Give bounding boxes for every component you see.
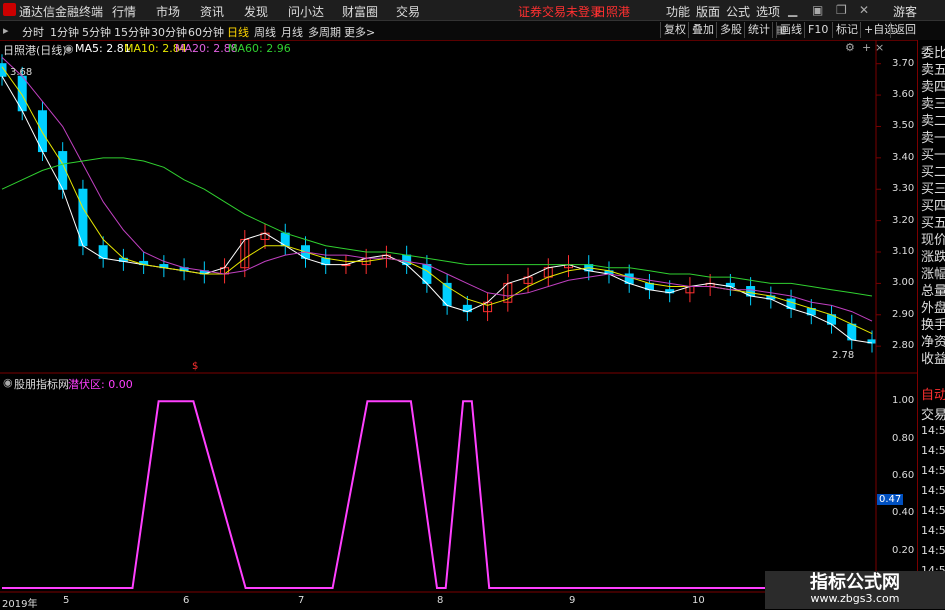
indicator-line: [2, 400, 872, 589]
minimize-icon[interactable]: ▁: [788, 3, 797, 17]
tick-time: 14:56: [921, 504, 945, 517]
menu-item-options[interactable]: 选项: [756, 3, 780, 20]
x-label-7: 7: [298, 595, 305, 606]
candle-body: [0, 63, 7, 77]
quote-panel: 委比 卖五 卖四 卖三 卖二 卖一 买一 买二 买三 买四 买五 现价 涨跌 涨幅 总量 外盘 换手 净资 收益 自动…: [917, 40, 945, 609]
period-15min[interactable]: 15分钟: [114, 24, 150, 40]
watermark: 指标公式网 www.zbgs3.com: [765, 571, 945, 609]
event-marker[interactable]: $: [192, 361, 198, 372]
price-tick: 3.00: [892, 277, 915, 289]
ma-line-ma10: [1, 66, 873, 335]
period-60min[interactable]: 60分钟: [188, 24, 224, 40]
sub-tick: 0.60: [892, 470, 915, 481]
tile-icon[interactable]: ▣: [812, 3, 823, 17]
x-label-8: 8: [437, 595, 444, 606]
stock-name-title: 日照港: [594, 5, 631, 19]
sub-tick: 0.20: [892, 544, 915, 556]
draw-line-button[interactable]: 画线: [776, 22, 805, 38]
ma-line-ma20: [1, 57, 873, 322]
title-bar: 通达信金融终端 行情 市场 资讯 发现 问小达 财富圈 交易 证券交易未登录 日…: [0, 0, 945, 21]
user-label[interactable]: 游客: [893, 3, 917, 20]
panel-tab[interactable]: 交易: [921, 404, 945, 423]
period-weekly[interactable]: 周线: [254, 24, 276, 40]
period-daily[interactable]: 日线: [227, 24, 249, 40]
f10-button[interactable]: F10: [804, 22, 831, 38]
tick-time: 14:56: [921, 544, 945, 557]
menu-item-news[interactable]: 资讯: [200, 3, 224, 20]
app-name: 通达信金融终端: [19, 5, 104, 19]
x-label-2019: 2019年: [2, 599, 38, 610]
period-1min[interactable]: 1分钟: [50, 24, 79, 40]
menu-item-ask[interactable]: 问小达: [288, 3, 324, 20]
price-tick: 3.50: [892, 120, 915, 132]
sub-tick: 0.80: [892, 432, 915, 444]
watermark-url: www.zbgs3.com: [810, 592, 900, 605]
tick-time: 14:56: [921, 444, 945, 457]
price-tick: 3.10: [892, 246, 915, 257]
restore-icon[interactable]: ❐: [836, 3, 847, 17]
x-label-9: 9: [569, 595, 576, 606]
period-30min[interactable]: 30分钟: [151, 24, 187, 40]
tick-time: 14:56: [921, 484, 945, 497]
overlay-button[interactable]: 叠加: [688, 22, 717, 38]
chevron-left-icon[interactable]: ▸: [3, 24, 9, 37]
menu-item-layout[interactable]: 版面: [696, 3, 720, 20]
menu-item-trade[interactable]: 交易: [396, 3, 420, 20]
login-warning[interactable]: 证券交易未登录: [518, 3, 602, 20]
multi-stock-button[interactable]: 多股: [716, 22, 745, 38]
price-tick: 2.80: [892, 340, 915, 352]
chart-canvas[interactable]: [0, 40, 917, 609]
period-5min[interactable]: 5分钟: [82, 24, 111, 40]
low-annotation: 2.78: [832, 350, 855, 361]
ma-line-ma60: [1, 157, 873, 297]
period-multi[interactable]: 多周期: [308, 24, 341, 40]
menu-item-markets[interactable]: 市场: [156, 3, 180, 20]
panel-tab[interactable]: 自动: [921, 384, 945, 403]
price-tick: 2.90: [892, 308, 915, 320]
tick-time: 14:56: [921, 464, 945, 477]
price-tick: 3.30: [892, 183, 915, 195]
tick-time: 14:56: [921, 424, 945, 437]
close-icon[interactable]: ✕: [859, 3, 869, 17]
period-monthly[interactable]: 月线: [281, 24, 303, 40]
app-logo-icon: [3, 3, 16, 16]
period-intraday[interactable]: 分时: [22, 24, 44, 40]
quote-field-label: 收益: [921, 352, 945, 367]
back-button[interactable]: 返回: [890, 22, 919, 38]
sub-tick: 0.47: [877, 494, 904, 506]
menu-item-discover[interactable]: 发现: [244, 3, 268, 20]
sub-tick: 0.40: [892, 507, 915, 519]
tick-time: 14:56: [921, 524, 945, 537]
ma-line-ma5: [1, 75, 873, 344]
price-tick: 3.70: [892, 57, 915, 69]
period-more[interactable]: 更多>: [344, 24, 375, 40]
menu-item-formula[interactable]: 公式: [726, 3, 750, 20]
adjust-button[interactable]: 复权: [660, 22, 689, 38]
price-tick: 3.60: [892, 89, 915, 101]
x-label-5: 5: [63, 595, 70, 606]
statistics-button[interactable]: 统计: [744, 22, 773, 38]
menu-item-wealth[interactable]: 财富圈: [342, 3, 378, 20]
mark-button[interactable]: 标记: [832, 22, 861, 38]
menu-item-function[interactable]: 功能: [666, 3, 690, 20]
x-label-10: 10: [692, 595, 705, 606]
x-label-6: 6: [183, 595, 190, 606]
high-annotation: 3.68: [10, 67, 33, 78]
price-tick: 3.20: [892, 214, 915, 226]
menu-item-market[interactable]: 行情: [112, 3, 136, 20]
sub-tick: 1.00: [892, 395, 915, 407]
period-toolbar: ▸ 分时 1分钟 5分钟 15分钟 30分钟 60分钟 日线 周线 月线 多周期…: [0, 21, 945, 41]
price-tick: 3.40: [892, 151, 915, 163]
